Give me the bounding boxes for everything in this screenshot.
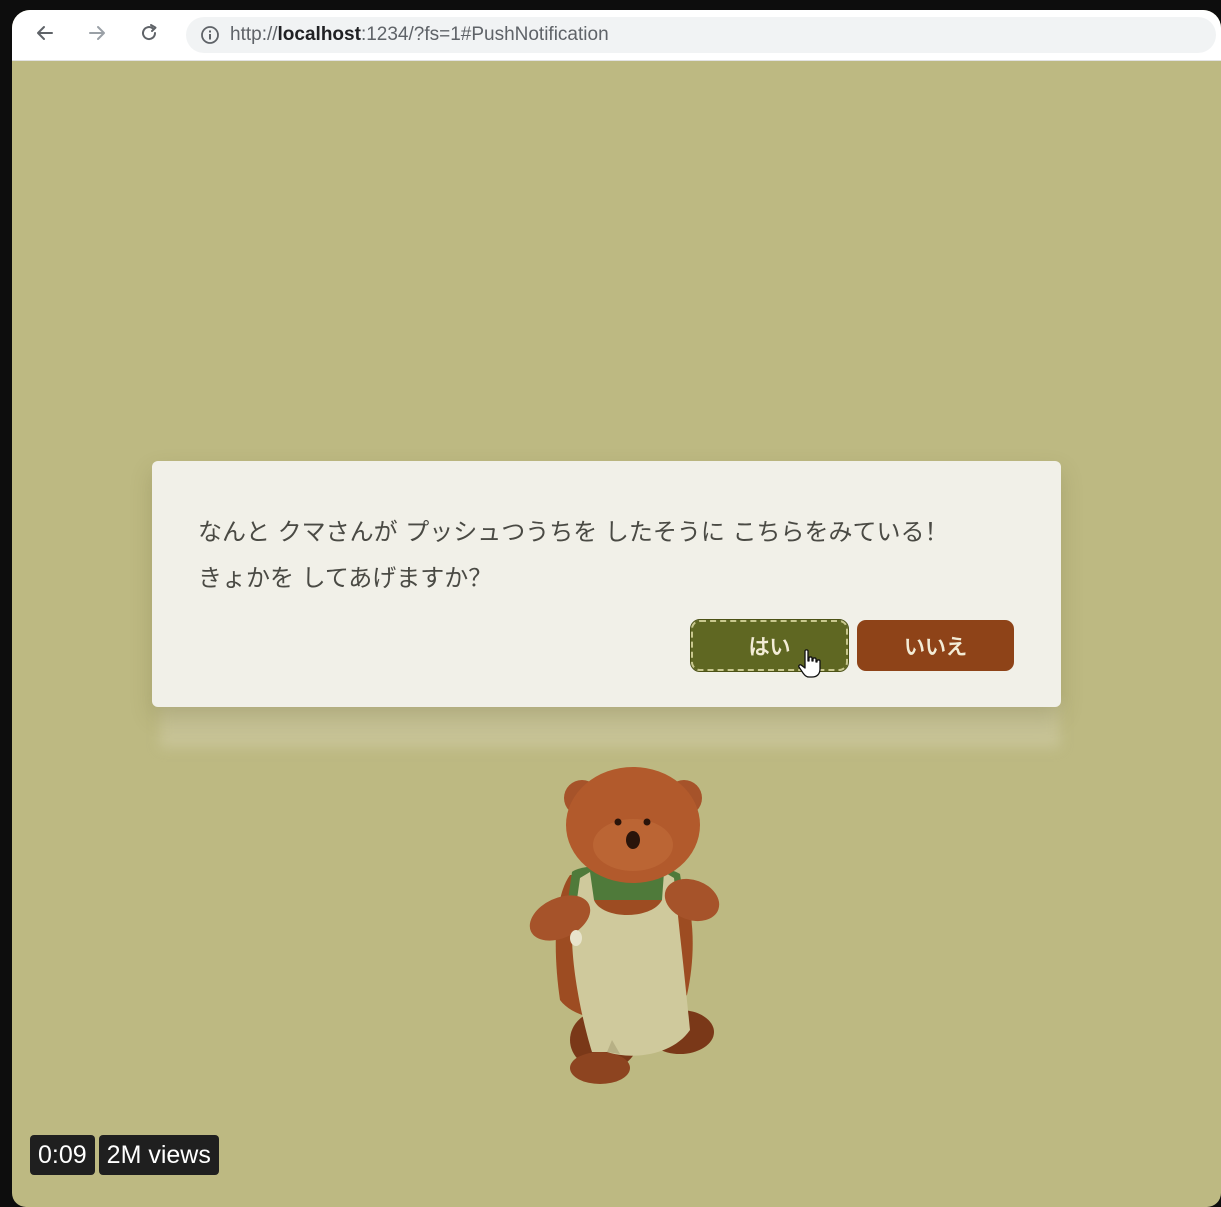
video-timestamp: 0:09 [30,1135,95,1175]
reload-icon [142,24,157,41]
info-icon[interactable] [200,25,220,45]
url-text[interactable]: http://localhost:1234/?fs=1#PushNotifica… [230,24,609,46]
browser-toolbar: http://localhost:1234/?fs=1#PushNotifica… [12,10,1221,61]
arrow-right-icon [89,26,105,40]
dialog-message-line-1: なんと クマさんが プッシュつうちを したそうに こちらをみている！ [198,518,949,546]
teddy-bear-image [529,767,720,1084]
video-overlay-badges: 0:09 2M views [30,1135,219,1175]
url-host: localhost [277,24,361,45]
video-view-count: 2M views [98,1135,219,1175]
back-button[interactable] [30,18,60,48]
url-prefix: http:// [230,24,278,45]
url-path: :1234/?fs=1#PushNotification [360,24,609,45]
arrow-left-icon [37,26,53,40]
reload-button[interactable] [134,18,164,48]
dialog-shadow [160,700,1060,748]
dialog-message: なんと クマさんが プッシュつうちを したそうに こちらをみている！ きょかを … [198,509,949,601]
yes-button[interactable]: はい [690,619,849,672]
address-bar[interactable]: http://localhost:1234/?fs=1#PushNotifica… [186,17,1216,53]
video-frame: http://localhost:1234/?fs=1#PushNotifica… [0,0,1221,1207]
no-button[interactable]: いいえ [857,620,1014,671]
dialog-message-line-2: きょかを してあげますか？ [198,564,493,592]
forward-button[interactable] [82,18,112,48]
permission-dialog: なんと クマさんが プッシュつうちを したそうに こちらをみている！ きょかを … [152,461,1061,707]
